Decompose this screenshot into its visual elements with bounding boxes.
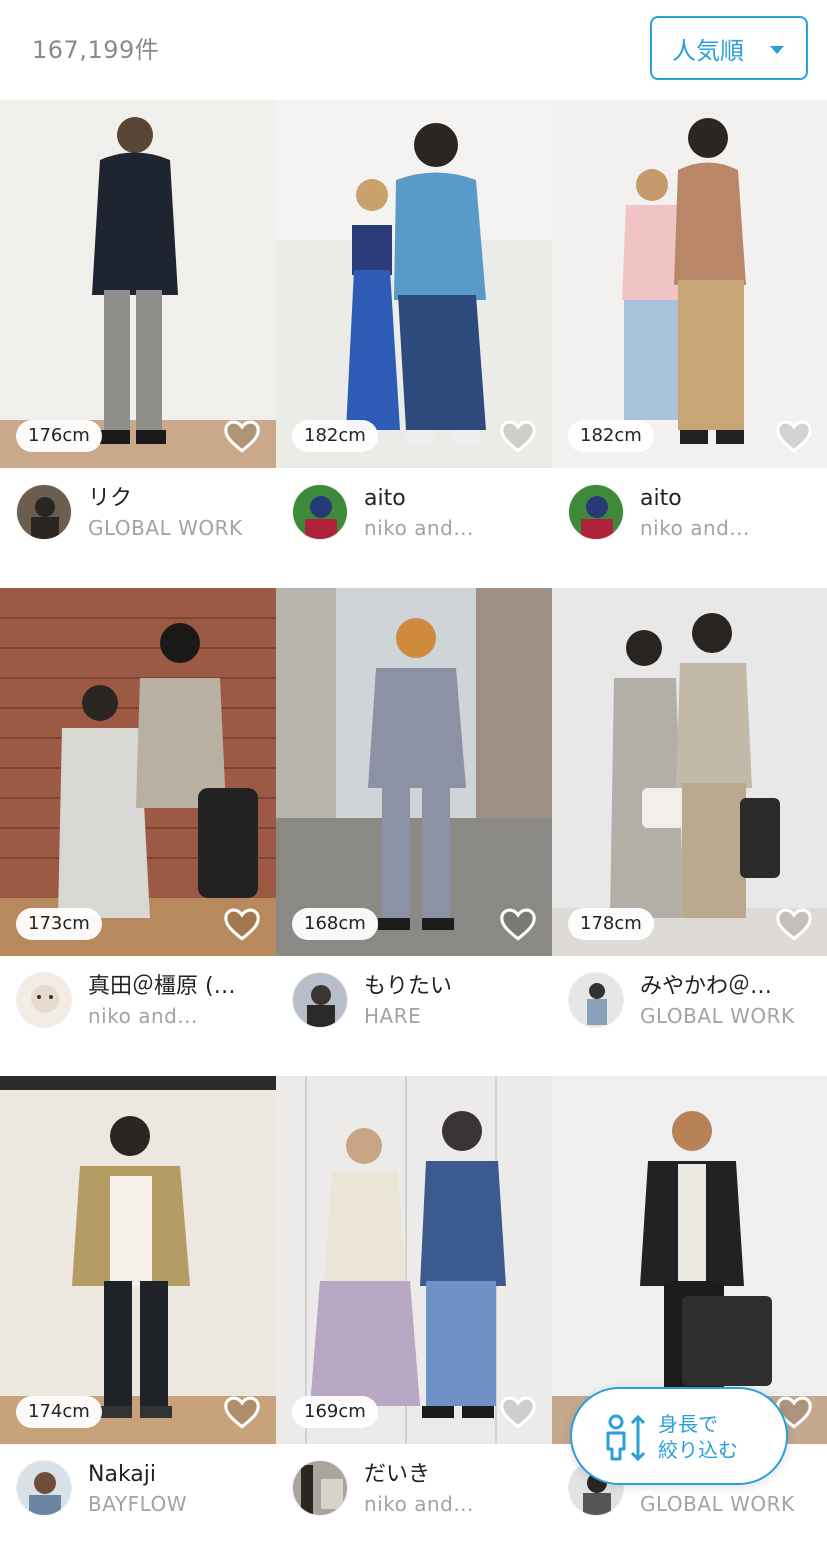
height-filter-button[interactable]: 身長で 絞り込む	[570, 1387, 788, 1485]
outfit-card[interactable]: 176cm リク GLOBAL WORK	[0, 100, 276, 588]
user-info[interactable]: もりたい HARE	[292, 972, 542, 1032]
brand-name: niko and...	[640, 516, 750, 540]
outfit-photo[interactable]	[0, 588, 276, 956]
height-badge: 176cm	[16, 420, 102, 452]
outfit-photo[interactable]	[552, 100, 827, 468]
avatar[interactable]	[16, 484, 72, 540]
user-info[interactable]: 真田＠橿原 (… niko and...	[16, 972, 266, 1032]
outfit-card[interactable]: 169cm だいき niko and...	[276, 1076, 552, 1561]
outfit-card[interactable]: 182cm aito niko and...	[276, 100, 552, 588]
heart-icon[interactable]	[772, 902, 816, 946]
height-badge: 182cm	[292, 420, 378, 452]
outfit-card[interactable]: 182cm aito niko and...	[552, 100, 827, 588]
brand-name: niko and...	[364, 1492, 474, 1516]
outfit-card[interactable]: GLOBAL WORK	[552, 1076, 827, 1561]
height-filter-line1: 身長で	[658, 1412, 718, 1436]
outfit-grid: 176cm リク GLOBAL WORK 182cm aito niko and…	[0, 100, 827, 1561]
user-name: みやかわ＠…	[640, 974, 773, 999]
user-info[interactable]: リク GLOBAL WORK	[16, 484, 266, 544]
outfit-photo[interactable]	[0, 100, 276, 468]
heart-icon[interactable]	[220, 414, 264, 458]
outfit-photo[interactable]	[276, 588, 552, 956]
avatar[interactable]	[568, 972, 624, 1028]
outfit-photo[interactable]	[276, 100, 552, 468]
heart-icon[interactable]	[772, 414, 816, 458]
user-info[interactable]: aito niko and...	[568, 484, 817, 544]
brand-name: niko and...	[88, 1004, 198, 1028]
user-info[interactable]: だいき niko and...	[292, 1460, 542, 1520]
height-badge: 178cm	[568, 908, 654, 940]
user-name: リク	[88, 486, 133, 511]
avatar[interactable]	[16, 1460, 72, 1516]
height-filter-label: 身長で 絞り込む	[658, 1411, 778, 1463]
user-name: だいき	[364, 1462, 431, 1487]
height-badge: 168cm	[292, 908, 378, 940]
avatar[interactable]	[292, 1460, 348, 1516]
outfit-photo[interactable]	[552, 588, 827, 956]
heart-icon[interactable]	[496, 1390, 540, 1434]
height-badge: 169cm	[292, 1396, 378, 1428]
heart-icon[interactable]	[220, 902, 264, 946]
user-info[interactable]: Nakaji BAYFLOW	[16, 1460, 266, 1520]
user-name: もりたい	[364, 974, 453, 999]
user-name: aito	[640, 486, 682, 511]
avatar[interactable]	[292, 484, 348, 540]
brand-name: BAYFLOW	[88, 1492, 188, 1516]
brand-name: HARE	[364, 1004, 422, 1028]
caret-down-icon	[770, 46, 784, 54]
heart-icon[interactable]	[220, 1390, 264, 1434]
person-height-icon	[602, 1413, 652, 1463]
heart-icon[interactable]	[496, 414, 540, 458]
brand-name: GLOBAL WORK	[640, 1492, 795, 1516]
heart-icon[interactable]	[496, 902, 540, 946]
user-name: aito	[364, 486, 406, 511]
outfit-card[interactable]: 174cm Nakaji BAYFLOW	[0, 1076, 276, 1561]
user-info[interactable]: みやかわ＠… GLOBAL WORK	[568, 972, 817, 1032]
result-count: 167,199件	[32, 36, 160, 64]
brand-name: niko and...	[364, 516, 474, 540]
height-badge: 182cm	[568, 420, 654, 452]
outfit-photo[interactable]	[276, 1076, 552, 1444]
outfit-card[interactable]: 168cm もりたい HARE	[276, 588, 552, 1076]
sort-label: 人気順	[672, 36, 744, 65]
height-badge: 173cm	[16, 908, 102, 940]
outfit-card[interactable]: 178cm みやかわ＠… GLOBAL WORK	[552, 588, 827, 1076]
outfit-card[interactable]: 173cm 真田＠橿原 (… niko and...	[0, 588, 276, 1076]
brand-name: GLOBAL WORK	[640, 1004, 795, 1028]
results-header: 167,199件 人気順	[0, 0, 827, 100]
avatar[interactable]	[568, 484, 624, 540]
avatar[interactable]	[16, 972, 72, 1028]
user-name: 真田＠橿原 (…	[88, 974, 236, 999]
user-info[interactable]: aito niko and...	[292, 484, 542, 544]
height-badge: 174cm	[16, 1396, 102, 1428]
outfit-photo[interactable]	[0, 1076, 276, 1444]
brand-name: GLOBAL WORK	[88, 516, 243, 540]
avatar[interactable]	[292, 972, 348, 1028]
height-filter-line2: 絞り込む	[658, 1438, 738, 1462]
user-name: Nakaji	[88, 1462, 156, 1487]
sort-dropdown[interactable]: 人気順	[650, 16, 808, 80]
